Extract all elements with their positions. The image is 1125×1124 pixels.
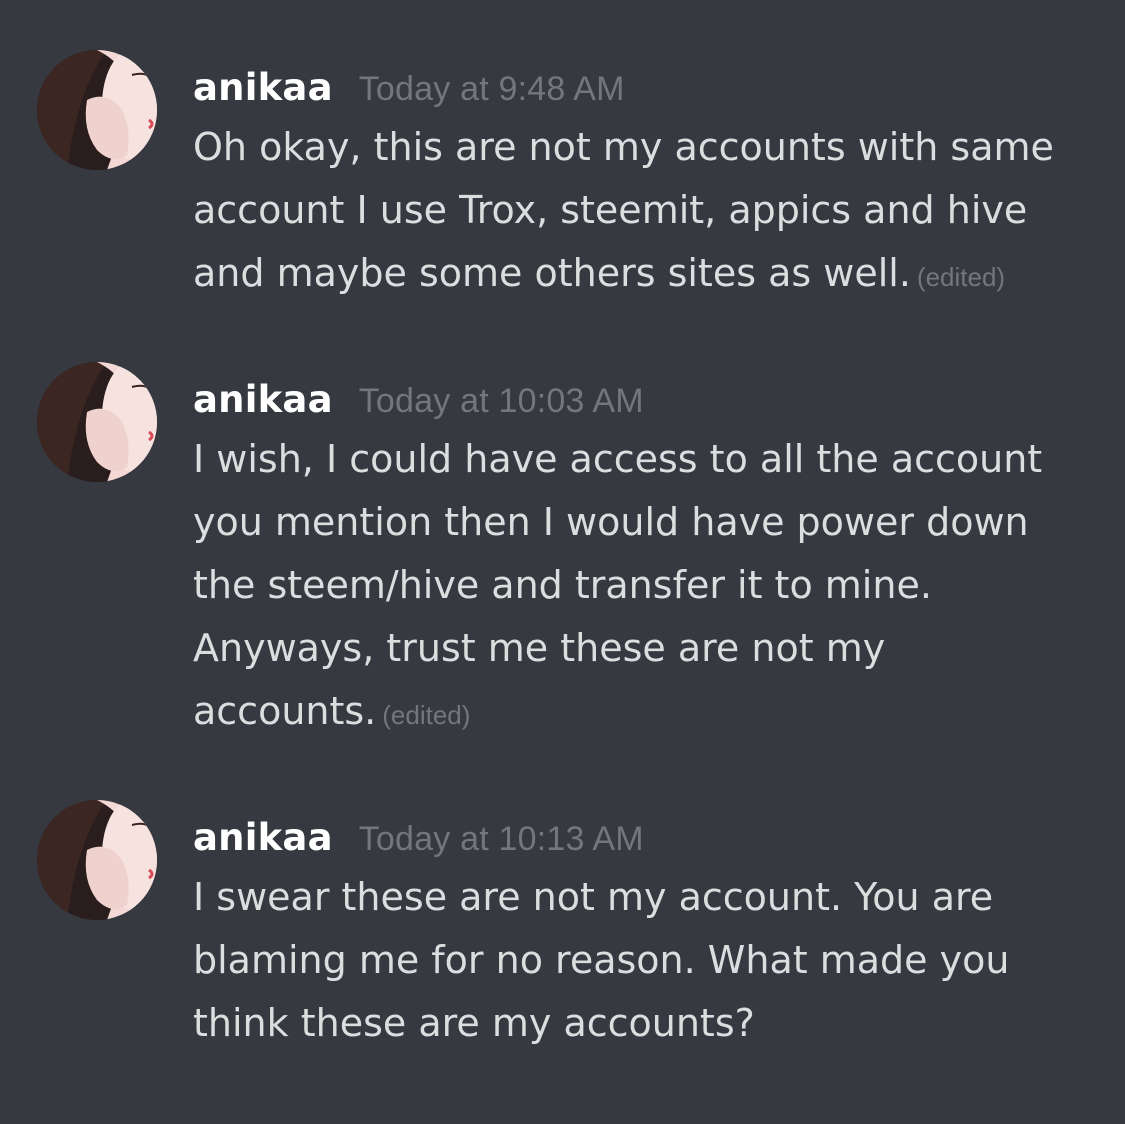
message-line: accounts. (edited)	[193, 680, 1113, 747]
username[interactable]: anikaa	[193, 66, 333, 109]
avatar-portrait-icon	[37, 362, 157, 482]
message-line: and maybe some others sites as well. (edi…	[193, 242, 1113, 309]
message-line: Anyways, trust me these are not my	[193, 626, 886, 670]
message-content: I wish, I could have access to all the a…	[193, 428, 1113, 747]
message-line: you mention then I would have power down	[193, 500, 1029, 544]
message-timestamp[interactable]: Today at 10:03 AM	[359, 382, 644, 420]
message-line: the steem/hive and transfer it to mine.	[193, 563, 932, 607]
avatar-portrait-icon	[37, 800, 157, 920]
edited-indicator: (edited)	[916, 262, 1006, 292]
message-header: anikaa Today at 9:48 AM	[193, 58, 625, 119]
username[interactable]: anikaa	[193, 378, 333, 421]
message-line: I wish, I could have access to all the a…	[193, 437, 1043, 481]
message-line: blaming me for no reason. What made you	[193, 938, 1010, 982]
edited-indicator: (edited)	[382, 700, 471, 730]
message-timestamp[interactable]: Today at 10:13 AM	[359, 820, 644, 858]
message-line: think these are my accounts?	[193, 1001, 755, 1045]
user-avatar[interactable]	[37, 362, 157, 482]
message-timestamp[interactable]: Today at 9:48 AM	[359, 70, 625, 108]
user-avatar[interactable]	[37, 50, 157, 170]
message-line-text: and maybe some others sites as well.	[193, 251, 911, 295]
message-line-text: accounts.	[193, 689, 377, 733]
message-content: Oh okay, this are not my accounts with s…	[193, 116, 1113, 309]
username[interactable]: anikaa	[193, 816, 333, 859]
message-header: anikaa Today at 10:03 AM	[193, 370, 644, 431]
message-line: account I use Trox, steemit, appics and …	[193, 188, 1028, 232]
avatar-portrait-icon	[37, 50, 157, 170]
user-avatar[interactable]	[37, 800, 157, 920]
message-header: anikaa Today at 10:13 AM	[193, 808, 644, 869]
chat-screen: { "colors": { "background": "#36393f", "…	[0, 0, 1125, 1124]
message-line: Oh okay, this are not my accounts with s…	[193, 125, 1054, 169]
message-content: I swear these are not my account. You ar…	[193, 866, 1113, 1055]
message-line: I swear these are not my account. You ar…	[193, 875, 994, 919]
